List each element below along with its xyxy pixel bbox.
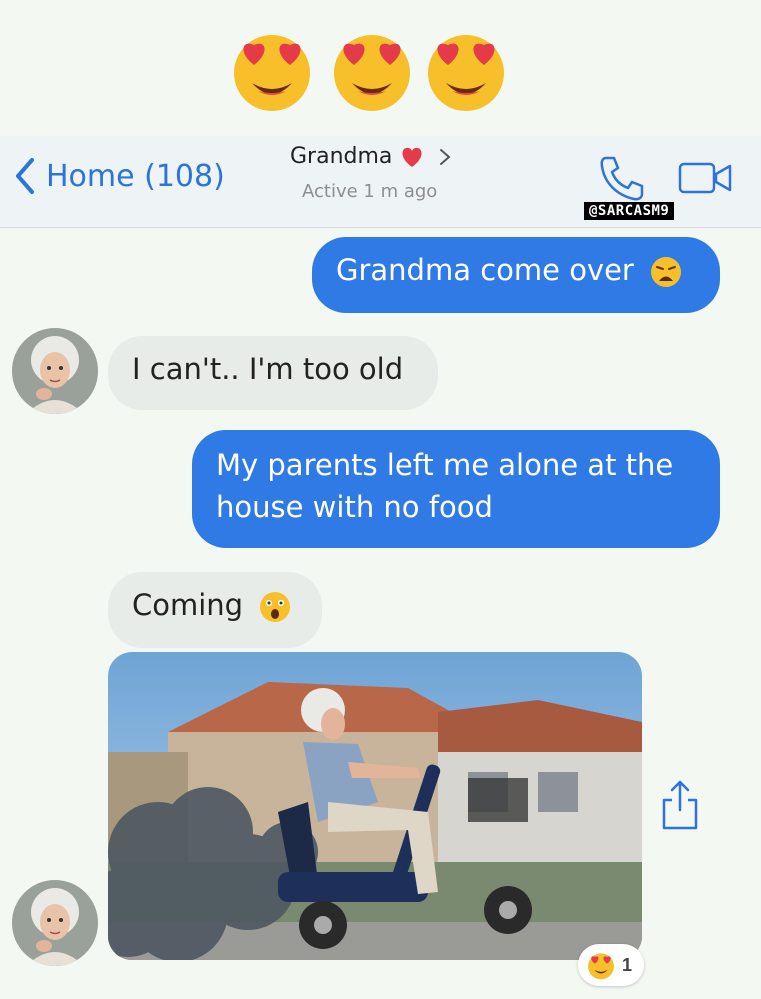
weary-face-icon [651, 257, 682, 287]
photo-message-grandma-scooter[interactable] [108, 652, 642, 960]
contact-title[interactable]: Grandma Active 1 m ago [290, 144, 490, 202]
message-text: Coming [132, 588, 244, 622]
chevron-right-icon [440, 148, 451, 165]
share-icon[interactable] [660, 778, 700, 832]
message-bubble-incoming[interactable]: I can't.. I'm too old [108, 336, 438, 410]
astonished-face-icon [260, 592, 291, 622]
grandma-avatar[interactable] [12, 880, 98, 966]
reaction-count: 1 [622, 954, 633, 975]
message-bubble-outgoing[interactable]: Grandma come over [312, 237, 720, 313]
active-status: Active 1 m ago [302, 181, 438, 202]
back-label: Home (108) [46, 158, 225, 194]
chat-header: Home (108) Grandma Active 1 m ago @SARCA… [0, 136, 761, 228]
message-bubble-incoming[interactable]: Coming [108, 572, 322, 648]
grandma-avatar[interactable] [12, 328, 98, 414]
video-camera-icon[interactable] [678, 160, 732, 196]
heart-eyes-emoji-icon [328, 25, 416, 113]
phone-icon[interactable] [598, 154, 648, 202]
reaction-badge[interactable]: 1 [578, 944, 645, 986]
heart-icon [402, 147, 422, 167]
message-text: Grandma come over [336, 253, 634, 287]
chevron-left-icon [16, 158, 34, 194]
contact-name: Grandma [290, 144, 393, 169]
heart-eyes-icon [588, 953, 614, 980]
heart-eyes-emoji-icon [422, 25, 510, 113]
heart-eyes-emoji-icon [228, 25, 316, 113]
watermark: @SARCASM9 [584, 202, 675, 220]
message-text: I can't.. I'm too old [132, 352, 404, 386]
top-emoji-row [0, 25, 761, 115]
message-text: My parents left me alone at the house wi… [216, 448, 674, 524]
back-button[interactable]: Home (108) [14, 156, 225, 196]
message-bubble-outgoing[interactable]: My parents left me alone at the house wi… [192, 430, 720, 548]
